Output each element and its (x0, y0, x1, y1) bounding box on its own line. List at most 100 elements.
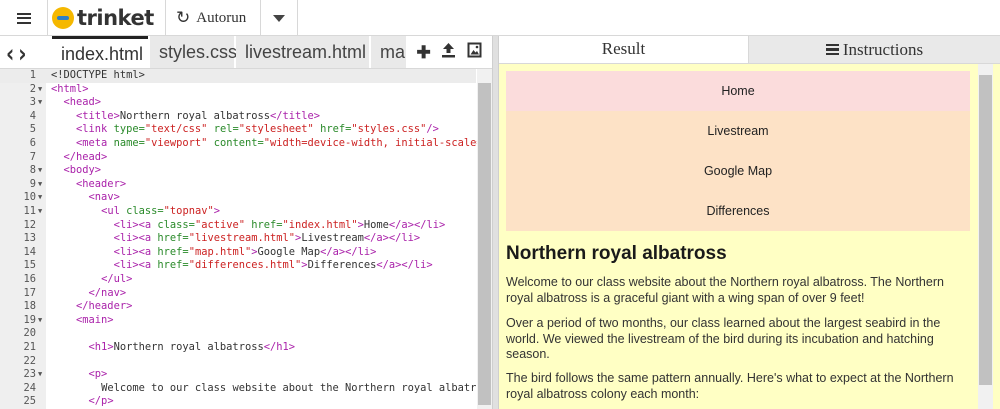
code-text: <li><a href="differences.html">Differenc… (113, 259, 433, 272)
code-text: </p> (88, 395, 114, 408)
list-icon (825, 43, 839, 56)
code-line: 12 <li><a class="active" href="index.html… (0, 219, 476, 233)
tab-instructions-label: Instructions (842, 39, 924, 59)
code-text: <nav> (88, 191, 120, 204)
tab-livestream-html[interactable]: livestream.html (236, 36, 369, 68)
code-line: 7 </head> (0, 151, 476, 165)
code-line: 18 </header> (0, 300, 476, 314)
code-text: </head> (63, 150, 108, 163)
code-text: <li><a href="map.html">Google Map</a></l… (113, 245, 377, 258)
nav-link-differences[interactable]: Differences (506, 191, 970, 231)
fold-arrow-icon[interactable]: ▼ (38, 178, 42, 192)
code-line: 4 <title>Northern royal albatross</title> (0, 110, 476, 124)
code-text: <li><a class="active" href="index.html">… (113, 218, 446, 231)
code-line: 14 <li><a href="map.html">Google Map</a><… (0, 246, 476, 260)
tab-styles-css[interactable]: styles.css (150, 36, 237, 68)
code-line: 9 ▼ <header> (0, 178, 476, 192)
fold-arrow-icon[interactable]: ▼ (38, 314, 42, 328)
editor-scroll-thumb[interactable] (478, 83, 491, 405)
line-number: 15 (23, 259, 36, 272)
code-editor[interactable]: 1 <!DOCTYPE html> 2 ▼ <html> 3 ▼ <head> 4 <title>… (0, 69, 492, 409)
fold-arrow-icon[interactable]: ▼ (38, 368, 42, 382)
nav-link-label: Livestream (707, 124, 769, 138)
line-number: 10 (23, 191, 36, 204)
line-number: 14 (23, 245, 36, 258)
nav-link-label: Home (721, 84, 755, 98)
tab-map-html[interactable]: ma (371, 36, 411, 68)
brand-name: trinket (77, 6, 154, 30)
code-text: Welcome to our class website about the N… (101, 381, 489, 394)
tab-result-label: Result (601, 39, 646, 58)
code-line: 17 </nav> (0, 287, 476, 301)
tab-index-html[interactable]: index.html (52, 36, 148, 68)
line-number: 18 (23, 300, 36, 313)
image-icon[interactable] (467, 42, 482, 63)
code-text: </nav> (88, 286, 127, 299)
upload-icon[interactable] (441, 42, 456, 63)
tab-label: livestream.html (245, 42, 367, 62)
line-number: 9 (29, 177, 36, 190)
tab-instructions[interactable]: Instructions (748, 36, 1000, 63)
code-line: 19 ▼ <main> (0, 314, 476, 328)
code-line: 13 <li><a href="livestream.html">Livestre… (0, 232, 476, 246)
caret-down-icon (273, 14, 285, 22)
fold-arrow-icon[interactable]: ▼ (38, 205, 42, 219)
code-text: </header> (76, 300, 133, 313)
options-dropdown[interactable] (261, 0, 298, 36)
autorun-button[interactable]: ↻ Autorun (166, 0, 261, 36)
nav-link-home[interactable]: Home (506, 71, 970, 111)
code-line: 23 ▼ <p> (0, 368, 476, 382)
chevron-right-icon[interactable]: › (18, 38, 26, 68)
chevron-left-icon[interactable]: ‹ (6, 38, 14, 68)
preview-scroll-thumb[interactable] (979, 75, 992, 385)
line-number: 13 (23, 232, 36, 245)
code-line: 22 (0, 355, 476, 369)
brand-logo[interactable]: trinket (48, 0, 166, 36)
add-file-icon[interactable]: ✚ (416, 43, 430, 63)
top-toolbar: trinket ↻ Autorun (0, 0, 1000, 36)
code-text: </ul> (101, 273, 133, 285)
intro-paragraph: Welcome to our class website about the N… (506, 275, 944, 305)
output-tabs: Result Instructions (499, 36, 1000, 63)
code-line: 16 </ul> (0, 273, 476, 287)
fold-arrow-icon[interactable]: ▼ (38, 83, 42, 97)
result-preview: Home Livestream Google Map Differences N… (499, 63, 1000, 409)
line-number: 19 (23, 313, 36, 326)
menu-button[interactable] (0, 0, 48, 36)
code-text: <main> (76, 313, 114, 326)
code-line: 24 Welcome to our class website about the… (0, 382, 488, 396)
nav-link-livestream[interactable]: Livestream (506, 111, 970, 151)
line-number: 3 (29, 96, 36, 109)
tab-scroll-arrows: ‹ › (6, 36, 27, 68)
code-text: <link type="text/css" rel="stylesheet" h… (76, 123, 439, 136)
pattern-paragraph: The bird follows the same pattern annual… (506, 371, 954, 401)
line-number: 23 (23, 368, 36, 381)
code-line: 10 ▼ <nav> (0, 191, 476, 205)
fold-arrow-icon[interactable]: ▼ (38, 96, 42, 110)
line-number: 16 (23, 273, 36, 285)
line-number: 8 (29, 164, 36, 177)
line-number: 22 (23, 354, 36, 367)
tab-result[interactable]: Result (499, 36, 748, 63)
code-text: <meta name="viewport" content="width=dev… (76, 137, 489, 149)
code-line: 20 (0, 327, 476, 341)
line-number: 2 (29, 82, 36, 95)
line-number: 11 (23, 205, 36, 217)
code-line: 21 <h1>Northern royal albatross</h1> (0, 341, 476, 355)
code-line: 15 <li><a href="differences.html">Differe… (0, 259, 476, 273)
code-line: 3 ▼ <head> (0, 96, 476, 110)
fold-arrow-icon[interactable]: ▼ (38, 164, 42, 178)
line-number: 25 (23, 395, 36, 408)
code-line: 1 <!DOCTYPE html> (0, 69, 476, 83)
line-number: 1 (29, 69, 36, 81)
line-number: 5 (29, 123, 36, 136)
code-text: <ul class="topnav"> (101, 205, 220, 217)
code-line: 2 ▼ <html> (0, 83, 476, 97)
nav-link-google-map[interactable]: Google Map (506, 151, 970, 191)
code-line: 11 ▼ <ul class="topnav"> (0, 205, 476, 219)
line-number: 7 (29, 150, 36, 163)
code-line: 6 <meta name="viewport" content="width=de… (0, 137, 489, 151)
fold-arrow-icon[interactable]: ▼ (38, 191, 42, 205)
line-number: 6 (29, 137, 36, 149)
panel-splitter[interactable] (492, 36, 499, 409)
